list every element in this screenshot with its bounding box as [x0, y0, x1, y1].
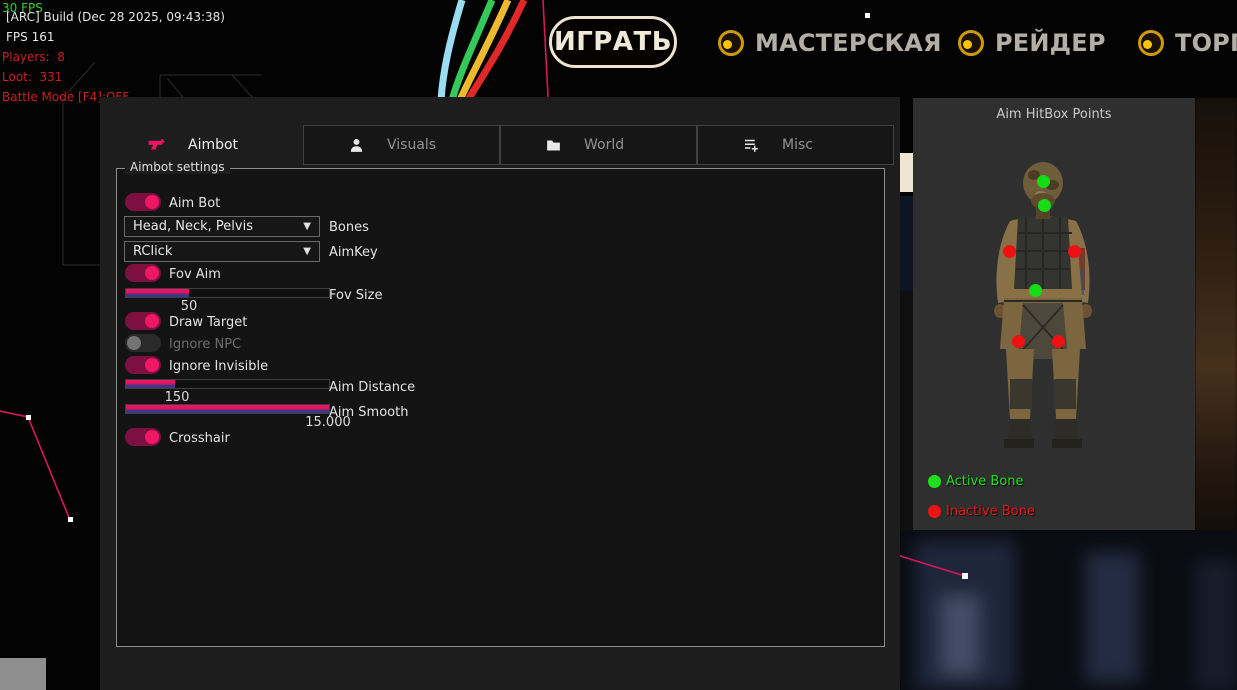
- hitbox-panel: Aim HitBox Points: [913, 98, 1195, 530]
- tab-label: Misc: [782, 137, 813, 153]
- tab-label: Aimbot: [188, 137, 238, 153]
- aim-distance-slider[interactable]: [125, 379, 330, 389]
- dropdown-label: Bones: [329, 220, 369, 235]
- esp-node-square: [68, 517, 73, 522]
- slider-fill: [126, 405, 329, 413]
- cheat-menu-window: Aimbot Visuals World Misc: [100, 97, 900, 690]
- player-model: [968, 153, 1128, 453]
- toggle-label: Ignore Invisible: [169, 359, 268, 374]
- toggle-ignore-invisible[interactable]: [125, 356, 161, 374]
- toggle-label: Crosshair: [169, 431, 230, 446]
- tab-label: World: [584, 137, 624, 153]
- aimbot-settings-group: Aimbot settings Aim Bot Head, Neck, Pelv…: [116, 168, 885, 647]
- aimkey-dropdown[interactable]: RClick ▼: [124, 241, 320, 262]
- slider-fill: [126, 380, 175, 388]
- tab-label: Visuals: [387, 137, 436, 153]
- playlist-add-icon: [742, 136, 760, 154]
- toggle-draw-target[interactable]: [125, 312, 161, 330]
- tab-aimbot[interactable]: Aimbot: [103, 125, 300, 165]
- toggle-knob: [127, 336, 141, 350]
- toggle-label: Ignore NPC: [169, 337, 241, 352]
- tab-misc[interactable]: Misc: [697, 125, 894, 165]
- slider-value: 150: [157, 390, 197, 405]
- aim-smooth-slider[interactable]: [125, 404, 330, 414]
- esp-node-square: [865, 13, 870, 18]
- chevron-down-icon: ▼: [303, 242, 311, 261]
- toggle-fov-aim[interactable]: [125, 264, 161, 282]
- menu-item-raider[interactable]: РЕЙДЕР: [958, 29, 1106, 57]
- pistol-icon: [147, 136, 166, 155]
- toggle-label: Fov Aim: [169, 267, 221, 282]
- toggle-label: Aim Bot: [169, 196, 220, 211]
- menu-item-label: ТОРГО: [1175, 29, 1237, 57]
- chevron-down-icon: ▼: [303, 217, 311, 236]
- dropdown-value: RClick: [133, 244, 172, 259]
- toggle-ignore-npc[interactable]: [125, 334, 161, 352]
- slider-label: Aim Distance: [329, 380, 415, 395]
- slider-label: Aim Smooth: [329, 405, 408, 420]
- active-bone-label: Active Bone: [946, 474, 1023, 489]
- active-bone-dot: [928, 475, 941, 488]
- toggle-knob: [145, 314, 159, 328]
- rainbow-stripes: [441, 0, 524, 100]
- screen: 30 FPS [ARC] Build (Dec 28 2025, 09:43:3…: [0, 0, 1237, 690]
- toggle-crosshair[interactable]: [125, 428, 161, 446]
- folder-icon: [545, 137, 562, 154]
- hud-loot-count: Loot: 331: [2, 70, 62, 84]
- scrap-coin-icon: [1138, 30, 1164, 56]
- toggle-knob: [145, 266, 159, 280]
- menu-item-workshop[interactable]: МАСТЕРСКАЯ: [718, 29, 942, 57]
- person-icon: [348, 137, 365, 154]
- hud-build-info: [ARC] Build (Dec 28 2025, 09:43:38): [6, 10, 225, 24]
- dropdown-label: AimKey: [329, 245, 378, 260]
- hud-game-fps: FPS 161: [6, 30, 54, 44]
- scrap-coin-icon: [958, 30, 984, 56]
- hitbox-point-right-knee[interactable]: [1052, 335, 1065, 348]
- menu-item-label: РЕЙДЕР: [995, 29, 1106, 57]
- hitbox-point-left-knee[interactable]: [1012, 335, 1025, 348]
- hitbox-point-pelvis[interactable]: [1029, 284, 1042, 297]
- toggle-knob: [145, 430, 159, 444]
- tab-visuals[interactable]: Visuals: [303, 125, 500, 165]
- toggle-knob: [145, 358, 159, 372]
- hitbox-point-head[interactable]: [1037, 175, 1050, 188]
- inactive-bone-dot: [928, 505, 941, 518]
- hitbox-point-neck[interactable]: [1038, 199, 1051, 212]
- slider-label: Fov Size: [329, 288, 382, 303]
- menu-item-label: МАСТЕРСКАЯ: [755, 29, 942, 57]
- esp-node-square: [962, 573, 968, 579]
- toggle-label: Draw Target: [169, 315, 247, 330]
- inactive-bone-label: Inactive Bone: [946, 504, 1035, 519]
- fov-size-slider[interactable]: [125, 288, 330, 298]
- toggle-aim-bot[interactable]: [125, 193, 161, 211]
- menu-item-trade[interactable]: ТОРГО: [1138, 29, 1237, 57]
- slider-fill: [126, 289, 189, 297]
- tab-world[interactable]: World: [500, 125, 697, 165]
- play-button[interactable]: ИГРАТЬ: [549, 16, 677, 68]
- slider-value: 50: [169, 299, 209, 314]
- scrap-coin-icon: [718, 30, 744, 56]
- esp-node-square: [26, 415, 31, 420]
- toggle-knob: [145, 195, 159, 209]
- hitbox-point-right-shoulder[interactable]: [1068, 245, 1081, 258]
- hitbox-point-left-shoulder[interactable]: [1003, 245, 1016, 258]
- group-title: Aimbot settings: [125, 160, 230, 174]
- bones-dropdown[interactable]: Head, Neck, Pelvis ▼: [124, 216, 320, 237]
- hitbox-panel-title: Aim HitBox Points: [913, 107, 1195, 122]
- hud-players-count: Players: 8: [2, 50, 65, 64]
- dropdown-value: Head, Neck, Pelvis: [133, 219, 253, 234]
